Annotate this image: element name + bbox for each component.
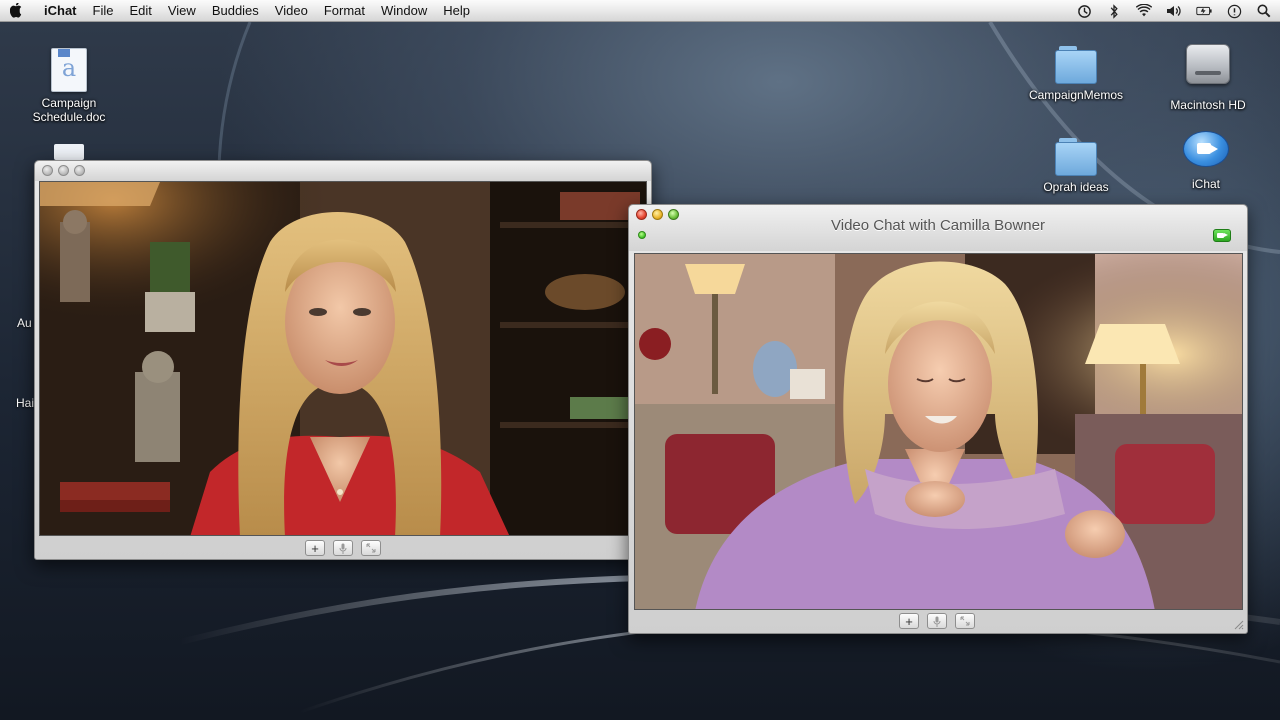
menu-file[interactable]: File <box>85 0 122 22</box>
local-video-window[interactable]: + <box>34 160 652 560</box>
minimize-button[interactable] <box>58 165 69 176</box>
apple-menu-icon[interactable] <box>8 0 26 22</box>
resize-grip-icon[interactable] <box>1234 620 1244 630</box>
folder-icon <box>1053 136 1099 176</box>
desktop-label-fragment: Hai <box>16 396 35 410</box>
desktop-icon-label: iChat <box>1191 177 1220 191</box>
window-title: Video Chat with Camilla Bowner <box>831 217 1045 234</box>
video-chat-window[interactable]: Video Chat with Camilla Bowner + <box>628 204 1248 634</box>
local-video-feed <box>39 181 647 536</box>
local-video-controls: + <box>305 540 381 556</box>
fullscreen-icon[interactable] <box>361 540 381 556</box>
close-button[interactable] <box>42 165 53 176</box>
sync-icon[interactable] <box>1226 3 1242 19</box>
menu-app-ichat[interactable]: iChat <box>36 0 85 22</box>
bluetooth-icon[interactable] <box>1106 3 1122 19</box>
mute-icon[interactable] <box>333 540 353 556</box>
remote-video-feed <box>634 253 1243 610</box>
window-titlebar[interactable] <box>35 161 651 181</box>
menu-view[interactable]: View <box>160 0 204 22</box>
local-video-image <box>40 182 646 535</box>
document-icon <box>54 144 84 160</box>
desktop-icon-campaign-schedule[interactable]: a Campaign Schedule.doc <box>14 48 124 124</box>
menu-format[interactable]: Format <box>316 0 373 22</box>
menu-bar: iChat File Edit View Buddies Video Forma… <box>0 0 1280 22</box>
wifi-icon[interactable] <box>1136 3 1152 19</box>
desktop-icon-label: CampaignMemos <box>1028 88 1124 102</box>
desktop-icon-ichat[interactable]: iChat <box>1170 131 1242 191</box>
word-document-icon: a <box>51 48 87 92</box>
remote-video-image <box>635 254 1242 609</box>
desktop-label-fragment: Au <box>17 316 32 330</box>
menu-edit[interactable]: Edit <box>121 0 159 22</box>
desktop-icon-campaign-memos[interactable]: CampaignMemos <box>1016 44 1136 102</box>
menu-help[interactable]: Help <box>435 0 478 22</box>
folder-icon <box>1053 44 1099 84</box>
menu-buddies[interactable]: Buddies <box>204 0 267 22</box>
battery-icon[interactable] <box>1196 3 1212 19</box>
chat-video-controls: + <box>899 613 975 629</box>
ichat-icon <box>1183 131 1229 171</box>
fullscreen-icon[interactable] <box>955 613 975 629</box>
video-camera-icon <box>1213 229 1231 242</box>
window-buttons <box>42 165 85 176</box>
window-titlebar[interactable]: Video Chat with Camilla Bowner <box>629 205 1247 251</box>
spotlight-icon[interactable] <box>1256 3 1272 19</box>
menu-video[interactable]: Video <box>267 0 316 22</box>
hard-drive-icon <box>1186 44 1230 84</box>
desktop-icon-label: Campaign Schedule.doc <box>32 96 106 124</box>
add-icon[interactable]: + <box>899 613 919 629</box>
time-machine-icon[interactable] <box>1076 3 1092 19</box>
add-icon[interactable]: + <box>305 540 325 556</box>
desktop-icon-macintosh-hd[interactable]: Macintosh HD <box>1156 44 1260 112</box>
desktop-icon-label: Macintosh HD <box>1170 98 1246 112</box>
desktop-icon-label: Oprah ideas <box>1043 180 1109 194</box>
desktop-icon-oprah-ideas[interactable]: Oprah ideas <box>1024 136 1128 194</box>
buddy-status-icon <box>638 231 646 239</box>
mute-icon[interactable] <box>927 613 947 629</box>
menu-extras <box>1076 0 1272 22</box>
zoom-button[interactable] <box>74 165 85 176</box>
volume-icon[interactable] <box>1166 3 1182 19</box>
menu-window[interactable]: Window <box>373 0 435 22</box>
